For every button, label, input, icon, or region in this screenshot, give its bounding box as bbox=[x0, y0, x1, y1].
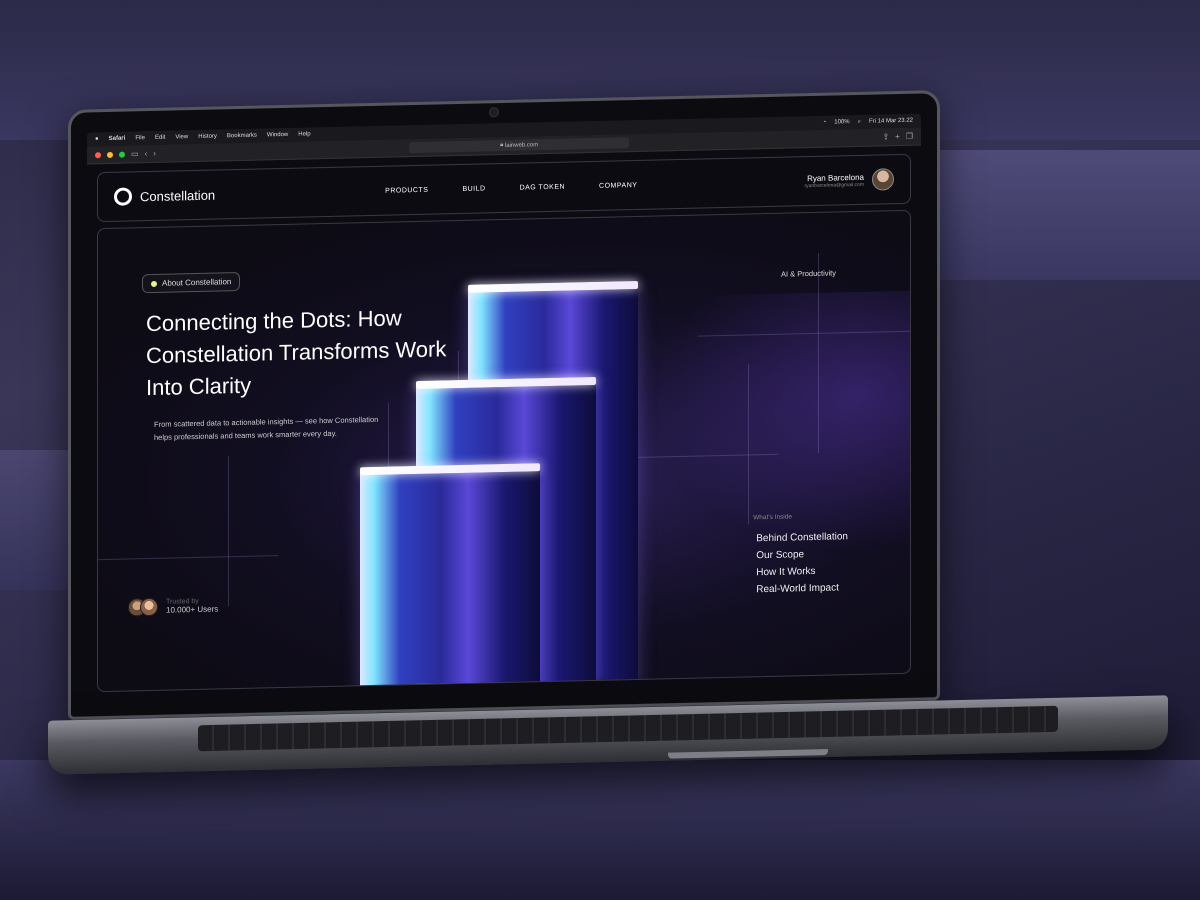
inside-item-behind[interactable]: Behind Constellation bbox=[756, 528, 848, 547]
menu-window[interactable]: Window bbox=[267, 132, 288, 138]
inside-item-how[interactable]: How It Works bbox=[756, 562, 848, 581]
brand-logo[interactable]: Constellation bbox=[114, 186, 215, 206]
menu-history[interactable]: History bbox=[198, 134, 217, 140]
inside-item-impact[interactable]: Real-World Impact bbox=[756, 579, 848, 598]
search-icon[interactable]: ⌕ bbox=[858, 118, 861, 125]
battery-status[interactable]: 100% bbox=[834, 119, 849, 126]
hero-section: About Constellation Connecting the Dots:… bbox=[97, 209, 911, 693]
background-step-right bbox=[900, 150, 1200, 280]
pill-dot-icon bbox=[151, 280, 157, 287]
inside-item-scope[interactable]: Our Scope bbox=[756, 545, 848, 564]
url-text: lainweb.com bbox=[504, 141, 539, 149]
trackpad-notch bbox=[668, 749, 828, 759]
brand-name: Constellation bbox=[140, 187, 216, 204]
back-icon[interactable]: ‹ bbox=[145, 149, 148, 158]
forward-icon[interactable]: › bbox=[153, 149, 156, 158]
grid-line bbox=[98, 555, 278, 561]
trusted-count: 10.000+ Users bbox=[166, 604, 219, 615]
camera bbox=[489, 107, 499, 118]
laptop-lid: ● Safari File Edit View History Bookmark… bbox=[68, 90, 940, 720]
website: Constellation PRODUCTS BUILD DAG TOKEN C… bbox=[97, 153, 911, 693]
nav-products[interactable]: PRODUCTS bbox=[385, 186, 428, 194]
whats-inside-list: Behind Constellation Our Scope How It Wo… bbox=[756, 528, 848, 598]
nav-company[interactable]: COMPANY bbox=[599, 181, 637, 189]
tabs-overview-icon[interactable]: ❐ bbox=[906, 132, 913, 141]
new-tab-icon[interactable]: + bbox=[895, 132, 900, 141]
menu-view[interactable]: View bbox=[175, 134, 188, 140]
hero-subtext: From scattered data to actionable insigh… bbox=[154, 414, 379, 442]
address-bar[interactable]: 🔒︎ lainweb.com bbox=[409, 137, 630, 154]
minimize-window-button[interactable] bbox=[107, 151, 113, 158]
user-avatar bbox=[140, 597, 158, 617]
share-icon[interactable]: ⇪ bbox=[882, 132, 889, 141]
clock[interactable]: Fri 14 Mar 23.22 bbox=[869, 117, 913, 125]
background-floor bbox=[0, 760, 1200, 900]
user-profile[interactable]: Ryan Barcelona ryanbarcelona@gmail.com bbox=[804, 168, 894, 192]
constellation-logo-icon bbox=[114, 187, 132, 206]
glass-bar-short bbox=[360, 469, 540, 693]
screen: ● Safari File Edit View History Bookmark… bbox=[87, 113, 921, 701]
apple-icon[interactable]: ● bbox=[95, 136, 99, 142]
menu-bookmarks[interactable]: Bookmarks bbox=[227, 133, 257, 140]
avatar[interactable] bbox=[872, 168, 894, 191]
maximize-window-button[interactable] bbox=[119, 151, 125, 158]
wifi-icon[interactable]: ◔ bbox=[823, 119, 827, 126]
menu-safari[interactable]: Safari bbox=[109, 136, 126, 142]
grid-line bbox=[818, 252, 819, 453]
user-avatars bbox=[128, 597, 158, 617]
main-nav: PRODUCTS BUILD DAG TOKEN COMPANY bbox=[385, 181, 637, 194]
trusted-by: Trusted by 10.000+ Users bbox=[128, 596, 219, 617]
user-email: ryanbarcelona@gmail.com bbox=[804, 181, 864, 189]
close-window-button[interactable] bbox=[95, 151, 101, 158]
grid-line bbox=[228, 456, 229, 607]
menu-file[interactable]: File bbox=[135, 135, 145, 141]
nav-build[interactable]: BUILD bbox=[462, 185, 485, 193]
about-pill[interactable]: About Constellation bbox=[142, 271, 241, 294]
menu-edit[interactable]: Edit bbox=[155, 135, 165, 141]
pill-label: About Constellation bbox=[162, 277, 232, 288]
category-tag[interactable]: AI & Productivity bbox=[781, 268, 836, 278]
menu-help[interactable]: Help bbox=[298, 131, 310, 137]
whats-inside-title: What's Inside bbox=[753, 513, 792, 522]
nav-dag-token[interactable]: DAG TOKEN bbox=[520, 183, 565, 191]
grid-line bbox=[748, 364, 749, 525]
sidebar-icon[interactable]: ▭ bbox=[131, 149, 139, 158]
